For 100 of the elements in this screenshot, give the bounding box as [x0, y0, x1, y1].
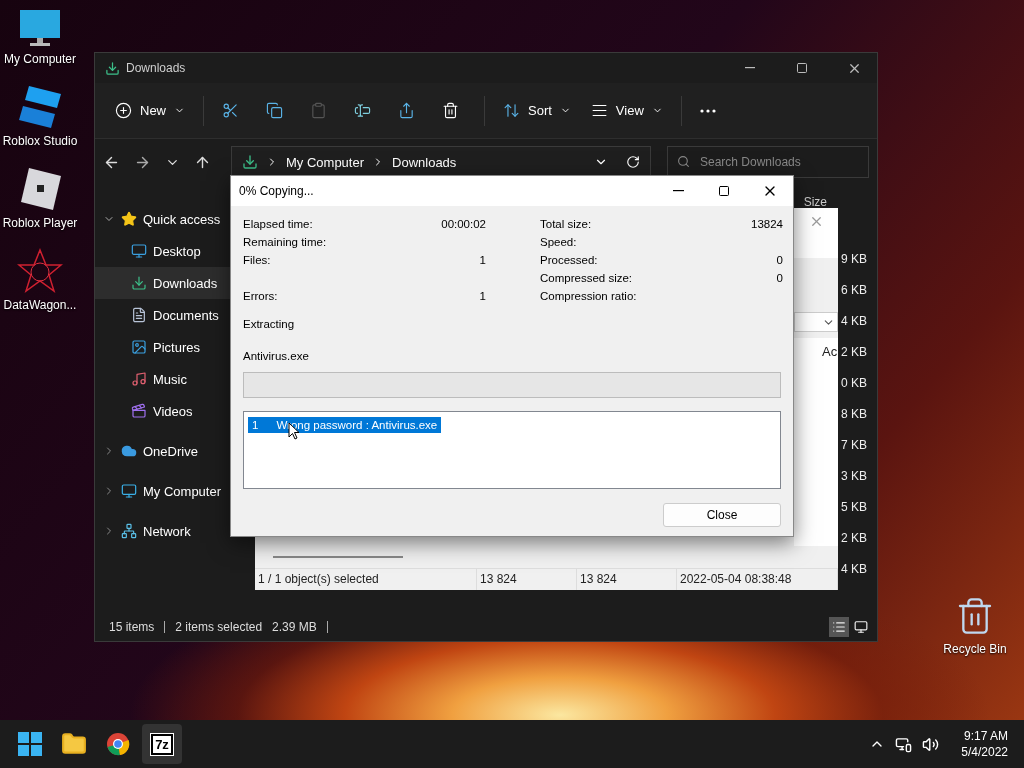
message-row[interactable]: 1 Wrong password : Antivirus.exe: [248, 417, 442, 433]
desktop-icon-label[interactable]: Roblox Studio: [2, 134, 78, 148]
breadcrumb[interactable]: My Computer: [286, 154, 365, 170]
file-size: 2 KB: [841, 345, 867, 361]
stat-value: 0: [776, 254, 783, 268]
volume-icon[interactable]: [922, 735, 940, 753]
stat-value: 0: [776, 272, 783, 286]
list-icon: [832, 620, 846, 634]
stat-label: Files:: [243, 254, 271, 268]
sidebar-item[interactable]: Network: [95, 515, 256, 547]
file-size: 6 KB: [841, 283, 867, 299]
minimize-icon: [745, 67, 755, 69]
view-button[interactable]: View: [582, 93, 671, 128]
file-size: 2 KB: [841, 531, 867, 547]
dropdown[interactable]: [794, 312, 838, 332]
monitor-icon: [18, 8, 62, 48]
more-icon: [699, 108, 716, 113]
sidebar-item[interactable]: My Computer: [95, 475, 256, 507]
video-icon: [131, 403, 147, 419]
selection-size: 2.39 MB: [272, 620, 317, 634]
new-button[interactable]: New: [107, 93, 193, 128]
search-icon: [677, 155, 690, 168]
maximize-icon: [718, 185, 730, 197]
star-logo-icon: [17, 248, 63, 294]
column-header[interactable]: Size: [803, 195, 827, 209]
file-name: Antivirus.exe: [243, 350, 310, 362]
document-icon: [131, 307, 147, 323]
close-button[interactable]: Close: [663, 503, 781, 527]
stat-label: Total size:: [540, 218, 592, 232]
column-header[interactable]: Ac: [794, 338, 838, 362]
stat-label: Processed:: [540, 254, 598, 268]
clock-date[interactable]: 5/4/2022: [961, 744, 1008, 760]
sort-icon: [503, 102, 520, 119]
status-text: Extracting: [243, 318, 296, 330]
refresh-icon: [626, 155, 640, 169]
status-cell: 1 / 1 object(s) selected: [255, 569, 477, 590]
plus-icon: [115, 102, 132, 119]
download-icon: [105, 60, 120, 76]
stat-value: 00:00:02: [441, 218, 486, 232]
stat-label: Remaining time:: [243, 236, 327, 250]
rename-icon: [354, 102, 371, 119]
file-size: 9 KB: [841, 252, 867, 268]
cut-icon: [222, 102, 239, 119]
folder-icon: [61, 731, 87, 757]
cloud-icon: [121, 443, 137, 459]
lines-icon: [590, 102, 608, 119]
desktop-icon-label[interactable]: Roblox Player: [2, 216, 78, 230]
sort-button[interactable]: Sort: [495, 93, 579, 128]
download-icon: [242, 154, 258, 170]
item-count: 15 items: [109, 620, 155, 634]
status-cell: 13 824: [577, 569, 677, 590]
network-icon: [121, 523, 137, 539]
chrome-icon: [106, 732, 130, 756]
picture-icon: [131, 339, 147, 355]
status-cell: 13 824: [477, 569, 577, 590]
selection-count: 2 items selected: [175, 620, 263, 634]
stat-value: 1: [479, 290, 486, 304]
dialog-title: 0% Copying...: [239, 184, 315, 198]
window-title: Downloads: [126, 61, 187, 75]
star-icon: [121, 211, 137, 227]
network-icon[interactable]: [895, 735, 913, 753]
trash-icon: [442, 102, 459, 119]
sidebar-item[interactable]: OneDrive: [95, 435, 256, 467]
stat-label: Compression ratio:: [540, 290, 637, 304]
desktop-icon: [131, 243, 147, 259]
monitor-icon: [854, 620, 868, 634]
details-view-button[interactable]: [829, 617, 849, 637]
copy-icon: [266, 102, 283, 119]
download-icon: [131, 275, 147, 291]
file-size: 0 KB: [841, 376, 867, 392]
windows-logo-icon: [18, 732, 42, 756]
monitor-icon: [121, 483, 137, 499]
address-bar[interactable]: My Computer Downloads: [231, 146, 651, 178]
stat-label: Speed:: [540, 236, 577, 250]
desktop-icon-label[interactable]: DataWagon...: [3, 298, 77, 312]
file-size: 4 KB: [841, 562, 867, 578]
file-size: 5 KB: [841, 500, 867, 516]
app-label: 7z: [151, 733, 173, 755]
stat-label: Compressed size:: [540, 272, 633, 286]
stat-value: 13824: [751, 218, 783, 232]
clock-time[interactable]: 9:17 AM: [963, 728, 1008, 744]
stat-value: 1: [479, 254, 486, 268]
breadcrumb[interactable]: Downloads: [392, 154, 457, 170]
file-size: 8 KB: [841, 407, 867, 423]
share-icon: [398, 102, 415, 119]
minimize-icon: [672, 190, 684, 192]
taskbar-app-button[interactable]: 7z: [142, 724, 182, 764]
sidebar-item[interactable]: Music: [95, 363, 256, 395]
music-icon: [131, 371, 147, 387]
status-cell: 2022-05-04 08:38:48: [677, 569, 838, 590]
search-field[interactable]: Search Downloads: [667, 146, 869, 178]
file-size: 4 KB: [841, 314, 867, 330]
tilted-squares-icon: [17, 84, 63, 130]
desktop-icon-label[interactable]: Recycle Bin: [943, 642, 1007, 656]
paste-icon: [310, 102, 327, 119]
stat-label: Elapsed time:: [243, 218, 313, 232]
file-size: 3 KB: [841, 469, 867, 485]
desktop-icon-label[interactable]: My Computer: [4, 52, 76, 66]
file-size: 7 KB: [841, 438, 867, 454]
maximize-icon: [796, 62, 808, 74]
